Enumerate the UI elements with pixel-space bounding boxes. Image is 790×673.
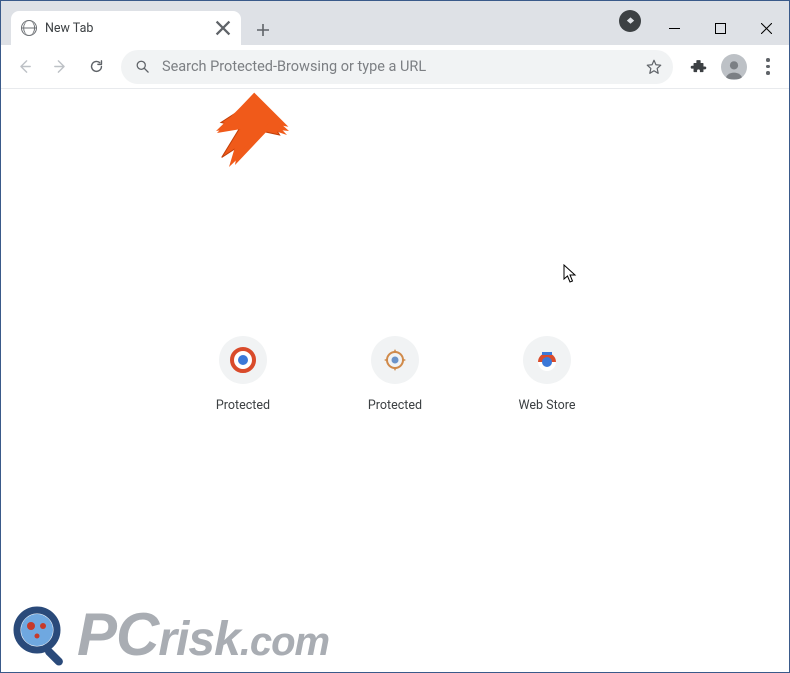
close-window-button[interactable] bbox=[743, 13, 789, 43]
search-indicator-icon[interactable] bbox=[619, 10, 641, 32]
shortcut-label: Protected bbox=[368, 398, 422, 413]
shortcuts-row: Protected Protected Web Store bbox=[203, 336, 587, 413]
titlebar: New Tab bbox=[1, 1, 789, 45]
gear-icon bbox=[382, 347, 408, 373]
profile-avatar[interactable] bbox=[721, 54, 747, 80]
tab-strip: New Tab bbox=[1, 1, 615, 45]
watermark: PCrisk.com bbox=[11, 604, 329, 666]
menu-button[interactable] bbox=[753, 50, 783, 84]
toolbar: Search Protected-Browsing or type a URL bbox=[1, 45, 789, 89]
tab-active[interactable]: New Tab bbox=[11, 11, 241, 45]
new-tab-content: Protected Protected Web Store bbox=[1, 89, 789, 672]
bookmark-icon[interactable] bbox=[645, 58, 663, 76]
watermark-text: PCrisk.com bbox=[77, 605, 329, 665]
shortcut-webstore[interactable]: Web Store bbox=[507, 336, 587, 413]
close-tab-icon[interactable] bbox=[215, 20, 231, 36]
tab-title: New Tab bbox=[45, 21, 207, 36]
shortcut-label: Web Store bbox=[519, 398, 576, 413]
bag-icon bbox=[534, 347, 560, 373]
back-button[interactable] bbox=[7, 50, 41, 84]
window-controls bbox=[651, 9, 789, 45]
magnifier-icon bbox=[11, 604, 73, 666]
browser-window: New Tab bbox=[1, 1, 789, 672]
shortcut-tile bbox=[371, 336, 419, 384]
search-icon bbox=[135, 59, 150, 74]
shield-icon bbox=[230, 347, 256, 373]
arrow-icon bbox=[211, 89, 301, 179]
annotation-arrow-icon bbox=[211, 95, 301, 185]
shortcut-protected-1[interactable]: Protected bbox=[203, 336, 283, 413]
reload-button[interactable] bbox=[79, 50, 113, 84]
address-bar[interactable]: Search Protected-Browsing or type a URL bbox=[121, 50, 673, 84]
maximize-button[interactable] bbox=[697, 13, 743, 43]
shortcut-tile bbox=[219, 336, 267, 384]
forward-button[interactable] bbox=[43, 50, 77, 84]
globe-icon bbox=[21, 20, 37, 36]
minimize-button[interactable] bbox=[651, 13, 697, 43]
shortcut-protected-2[interactable]: Protected bbox=[355, 336, 435, 413]
cursor-icon bbox=[563, 264, 577, 284]
omnibox-placeholder: Search Protected-Browsing or type a URL bbox=[162, 58, 633, 75]
new-tab-button[interactable] bbox=[249, 16, 277, 44]
extensions-icon[interactable] bbox=[681, 50, 715, 84]
shortcut-label: Protected bbox=[216, 398, 270, 413]
shortcut-tile bbox=[523, 336, 571, 384]
